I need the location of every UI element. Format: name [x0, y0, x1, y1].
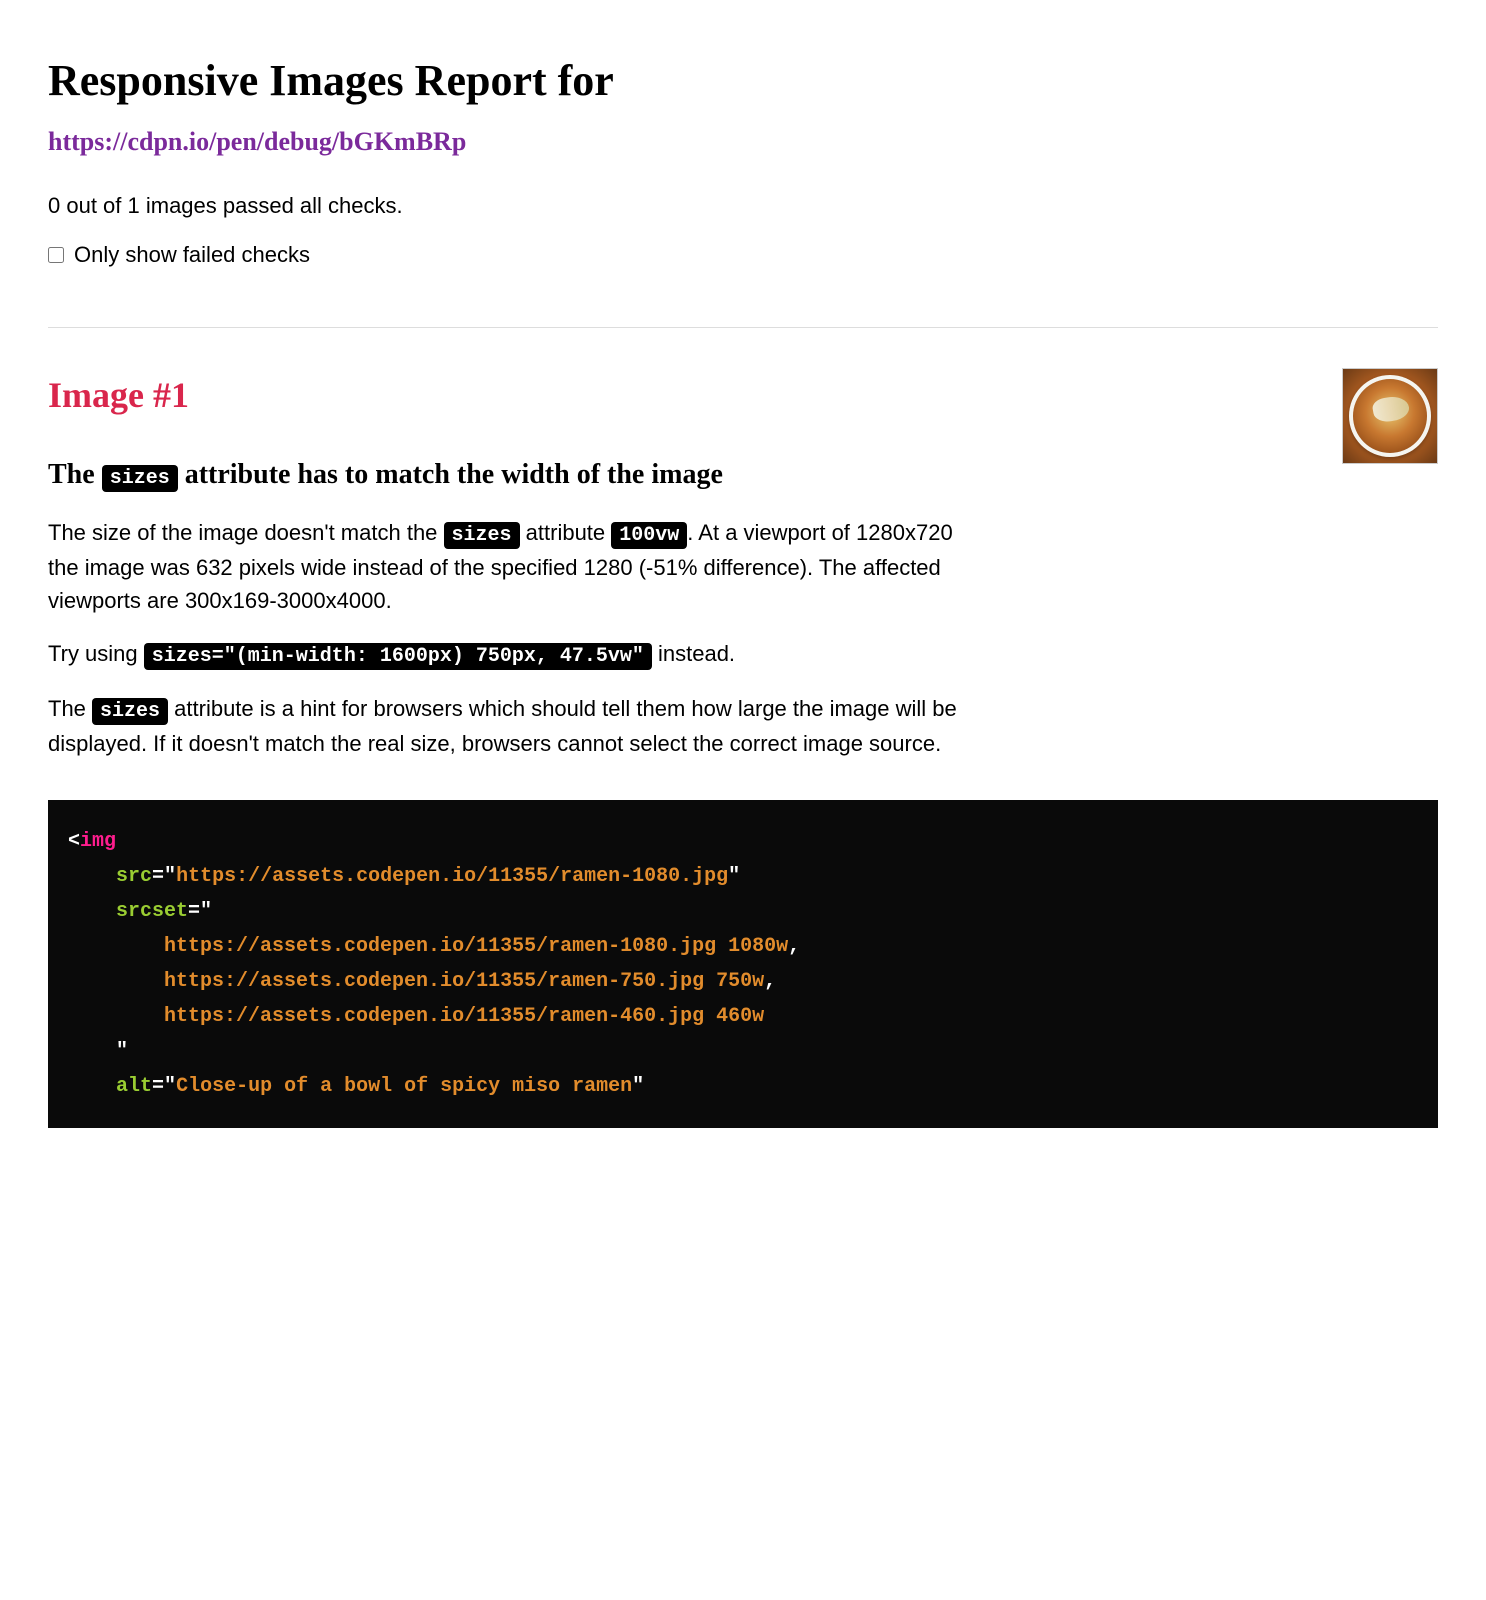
image-heading: Image #1: [48, 368, 1438, 422]
page-title: Responsive Images Report for: [48, 48, 1438, 114]
sizes-value-code: 100vw: [611, 522, 687, 549]
check-title: The sizes attribute has to match the wid…: [48, 454, 1438, 496]
image-thumbnail: [1342, 368, 1438, 464]
p2-a: Try using: [48, 641, 144, 666]
summary-text: 0 out of 1 images passed all checks.: [48, 189, 988, 222]
only-failed-label: Only show failed checks: [74, 238, 310, 271]
only-failed-checkbox[interactable]: [48, 247, 64, 263]
suggested-sizes-code: sizes="(min-width: 1600px) 750px, 47.5vw…: [144, 643, 652, 670]
sizes-code: sizes: [102, 465, 178, 492]
check-paragraph-1: The size of the image doesn't match the …: [48, 516, 988, 617]
code-block: <img src="https://assets.codepen.io/1135…: [48, 800, 1438, 1128]
sizes-code-inline-2: sizes: [92, 698, 168, 725]
p3-b: attribute is a hint for browsers which s…: [48, 696, 957, 756]
check-paragraph-2: Try using sizes="(min-width: 1600px) 750…: [48, 637, 988, 672]
p1-b: attribute: [520, 520, 612, 545]
filter-checkbox-row[interactable]: Only show failed checks: [48, 238, 1438, 271]
p2-b: instead.: [652, 641, 735, 666]
report-url-link[interactable]: https://cdpn.io/pen/debug/bGKmBRp: [48, 122, 466, 161]
divider: [48, 327, 1438, 328]
sizes-code-inline: sizes: [444, 522, 520, 549]
check-title-post: attribute has to match the width of the …: [178, 459, 723, 490]
image-section: Image #1 The sizes attribute has to matc…: [48, 368, 1438, 1128]
check-title-pre: The: [48, 459, 102, 490]
p3-a: The: [48, 696, 92, 721]
check-paragraph-3: The sizes attribute is a hint for browse…: [48, 692, 988, 760]
p1-a: The size of the image doesn't match the: [48, 520, 444, 545]
